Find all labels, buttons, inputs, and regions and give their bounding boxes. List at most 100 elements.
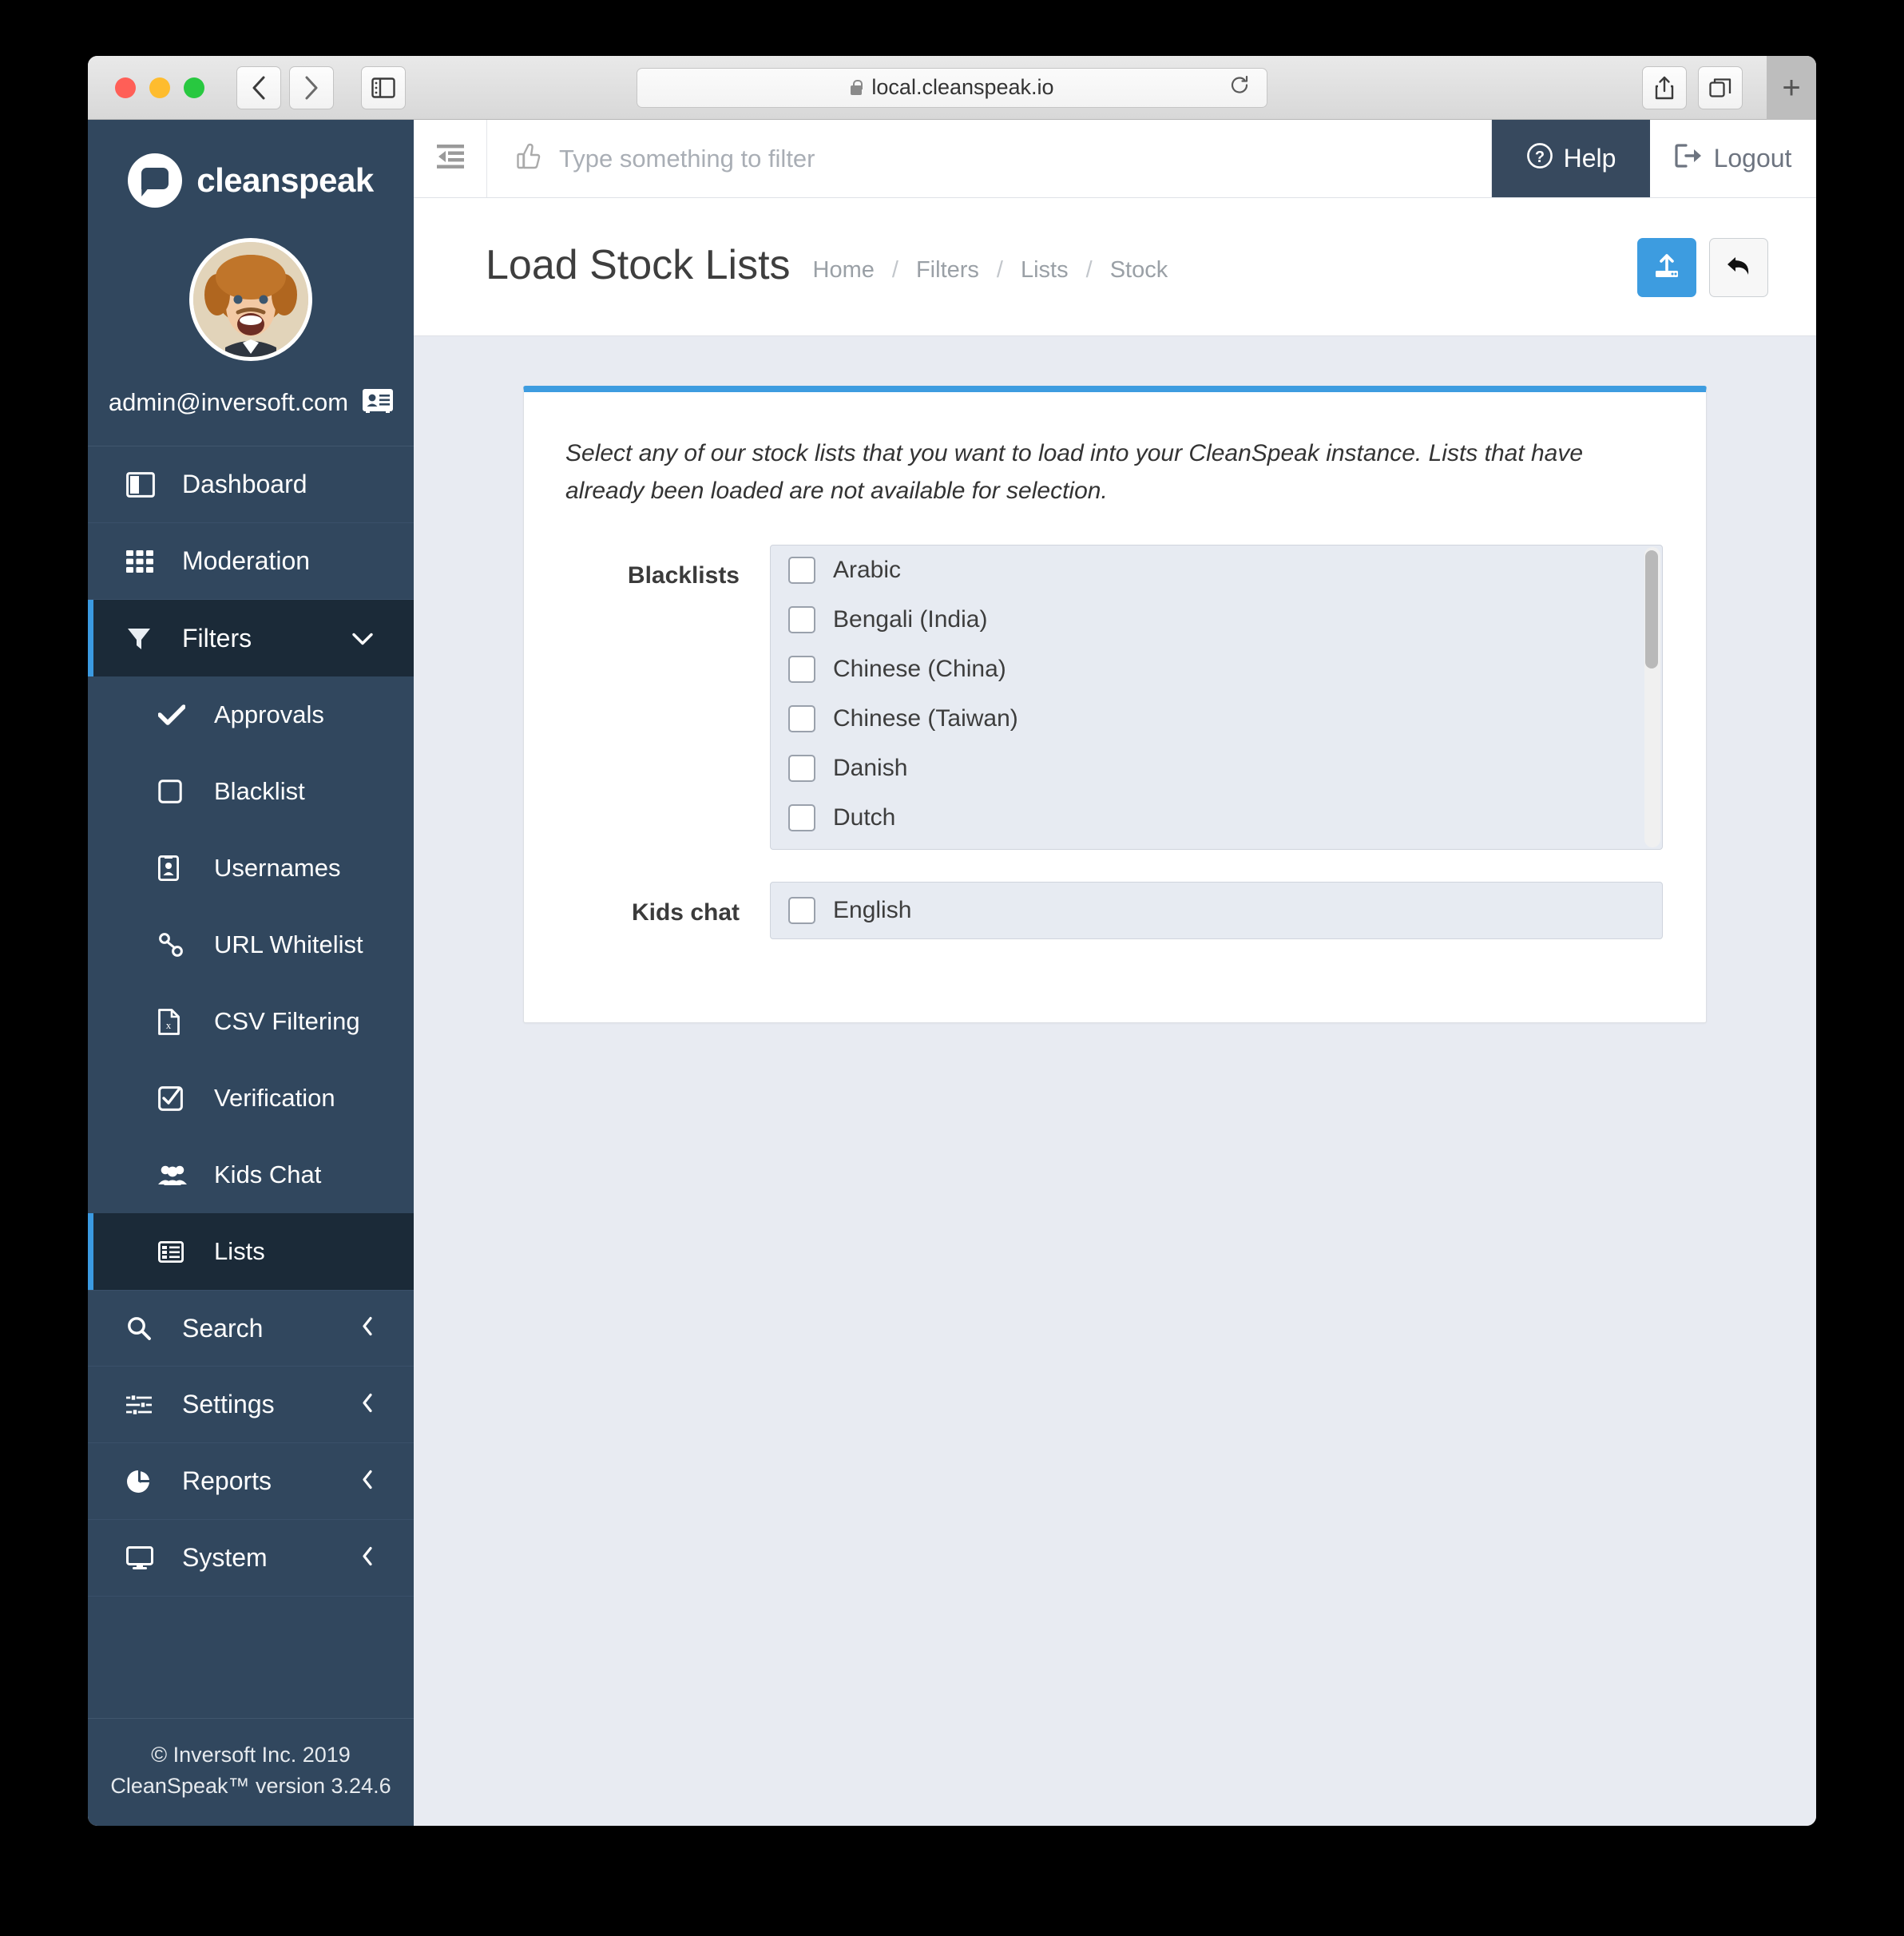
sidebar-item-lists[interactable]: Lists <box>88 1213 414 1290</box>
user-avatar <box>193 242 308 357</box>
sidebar-item-moderation[interactable]: Moderation <box>88 523 414 600</box>
kids-chat-listbox[interactable]: English <box>770 882 1663 939</box>
avatar[interactable] <box>189 238 312 361</box>
square-icon <box>158 780 196 803</box>
sidebar-item-system[interactable]: System <box>88 1520 414 1597</box>
chevron-left-icon <box>251 75 267 101</box>
sidebar-item-dashboard[interactable]: Dashboard <box>88 446 414 523</box>
breadcrumb-item-stock[interactable]: Stock <box>1110 257 1168 284</box>
cleanspeak-logo-icon <box>128 153 183 208</box>
sidebar-item-label: Usernames <box>214 854 341 882</box>
chevron-left-icon <box>361 1543 374 1573</box>
list-item[interactable]: Danish <box>771 744 1662 793</box>
checkbox[interactable] <box>788 606 815 633</box>
sidebar-item-label: Moderation <box>182 546 311 575</box>
sidebar-item-verification[interactable]: Verification <box>88 1060 414 1137</box>
share-button[interactable] <box>1642 65 1687 109</box>
reload-icon[interactable] <box>1229 74 1250 101</box>
sidebar-item-label: Kids Chat <box>214 1160 322 1188</box>
minimize-window-button[interactable] <box>149 77 170 98</box>
breadcrumb-separator: / <box>996 256 1003 283</box>
sidebar-item-label: Blacklist <box>214 777 305 805</box>
checkbox[interactable] <box>788 557 815 584</box>
address-bar[interactable]: local.cleanspeak.io <box>637 67 1267 108</box>
maximize-window-button[interactable] <box>184 77 204 98</box>
blacklists-listbox[interactable]: Arabic Bengali (India) Chinese (China) C… <box>770 545 1663 850</box>
sidebar-item-blacklist[interactable]: Blacklist <box>88 753 414 830</box>
sidebar-item-label: URL Whitelist <box>214 930 363 958</box>
form-row-blacklists: Blacklists Arabic Bengali (India) Chines… <box>561 545 1663 850</box>
page-header: Load Stock Lists Home / Filters / Lists … <box>414 198 1816 336</box>
list-icon <box>158 1240 196 1263</box>
list-item[interactable]: Dutch <box>771 793 1662 843</box>
sidebar-item-label: Settings <box>182 1390 275 1418</box>
breadcrumb-separator: / <box>891 256 898 283</box>
sidebar-item-kids-chat[interactable]: Kids Chat <box>88 1137 414 1213</box>
collapse-sidebar-button[interactable] <box>414 120 487 197</box>
show-sidebar-button[interactable] <box>361 65 406 109</box>
sidebar-item-settings[interactable]: Settings <box>88 1367 414 1443</box>
scrollbar-track[interactable] <box>1644 547 1660 847</box>
sidebar-item-reports[interactable]: Reports <box>88 1443 414 1520</box>
sidebar-footer: © Inversoft Inc. 2019 CleanSpeak™ versio… <box>88 1717 414 1826</box>
brand-logo[interactable]: cleanspeak <box>88 120 414 208</box>
breadcrumb-item-home[interactable]: Home <box>813 257 875 284</box>
close-window-button[interactable] <box>115 77 136 98</box>
new-tab-button[interactable]: + <box>1767 56 1816 120</box>
sidebar-panel-icon <box>371 77 395 98</box>
checkbox[interactable] <box>788 656 815 683</box>
stock-lists-panel: Select any of our stock lists that you w… <box>523 386 1707 1023</box>
show-tabs-button[interactable] <box>1698 65 1743 109</box>
pie-chart-icon <box>126 1469 163 1494</box>
sidebar-item-filters[interactable]: Filters <box>88 600 414 676</box>
list-item[interactable]: English <box>771 843 1662 849</box>
page-actions <box>1637 233 1768 297</box>
checkbox[interactable] <box>788 897 815 924</box>
checkbox[interactable] <box>788 755 815 782</box>
sidebar-item-label: System <box>182 1543 268 1572</box>
sidebar-item-approvals[interactable]: Approvals <box>88 676 414 753</box>
breadcrumb-item-lists[interactable]: Lists <box>1021 257 1069 284</box>
list-item[interactable]: Chinese (Taiwan) <box>771 694 1662 744</box>
sidebar-item-label: Approvals <box>214 700 324 728</box>
help-button[interactable]: ? Help <box>1492 120 1650 197</box>
sidebar-item-search[interactable]: Search <box>88 1290 414 1367</box>
address-bar-container: local.cleanspeak.io <box>637 67 1267 108</box>
search-icon <box>126 1315 163 1341</box>
panel-description: Select any of our stock lists that you w… <box>565 440 1584 504</box>
monitor-icon <box>126 1545 163 1570</box>
list-item[interactable]: Bengali (India) <box>771 595 1662 645</box>
page-title: Load Stock Lists <box>486 242 791 288</box>
checkbox[interactable] <box>788 705 815 732</box>
browser-titlebar: local.cleanspeak.io + <box>88 56 1816 120</box>
logout-label: Logout <box>1713 144 1792 173</box>
breadcrumb-item-filters[interactable]: Filters <box>916 257 979 284</box>
list-item[interactable]: Arabic <box>771 545 1662 595</box>
filter-input[interactable]: Type something to filter <box>487 120 1492 197</box>
sign-out-icon <box>1674 143 1704 174</box>
sidebar-nav: Dashboard Moderation Filters Approvals B… <box>88 446 414 1718</box>
check-icon <box>158 704 196 725</box>
checkbox[interactable] <box>788 804 815 831</box>
logout-button[interactable]: Logout <box>1650 120 1816 197</box>
user-info[interactable]: admin@inversoft.com <box>88 388 414 446</box>
back-button[interactable] <box>236 65 281 109</box>
forward-button[interactable] <box>289 65 334 109</box>
funnel-icon <box>126 625 163 651</box>
sidebar-item-url-whitelist[interactable]: URL Whitelist <box>88 907 414 983</box>
url-text: local.cleanspeak.io <box>871 75 1054 99</box>
scrollbar-thumb[interactable] <box>1645 550 1658 668</box>
load-button[interactable] <box>1637 238 1696 297</box>
sidebar-item-csv-filtering[interactable]: x CSV Filtering <box>88 983 414 1060</box>
sidebar: cleanspeak admin@inversoft.com Dashboard… <box>88 120 414 1826</box>
id-card-icon[interactable] <box>363 388 394 417</box>
back-button[interactable] <box>1709 238 1768 297</box>
sidebar-item-usernames[interactable]: Usernames <box>88 830 414 907</box>
breadcrumb: Home / Filters / Lists / Stock <box>813 248 1168 284</box>
collapse-sidebar-icon <box>436 145 464 173</box>
browser-nav-buttons <box>236 65 406 109</box>
browser-window: local.cleanspeak.io + cleanspeak admin@i… <box>88 56 1816 1826</box>
list-item[interactable]: Chinese (China) <box>771 645 1662 694</box>
list-item[interactable]: English <box>771 883 1662 938</box>
sidebar-item-label: Dashboard <box>182 470 307 498</box>
